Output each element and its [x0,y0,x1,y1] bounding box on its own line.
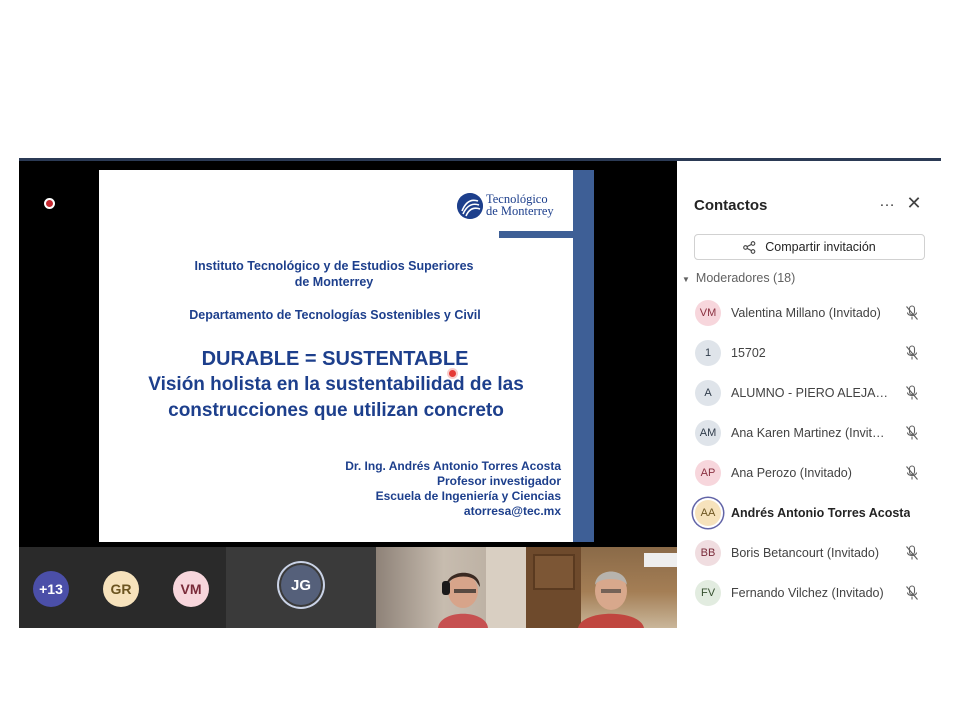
chevron-down-icon: ▼ [682,275,690,284]
participant-avatar: AP [695,460,721,486]
slide-author-block: Dr. Ing. Andrés Antonio Torres Acosta Pr… [199,459,561,519]
slide-right-bar [573,170,594,542]
tec-logo-text: Tecnológico de Monterrey [486,193,554,218]
share-invitation-button[interactable]: Compartir invitación [694,234,925,260]
moderators-label: Moderadores (18) [695,271,796,285]
participant-name: Boris Betancourt (Invitado) [731,546,879,560]
speaker-tile[interactable]: JG [226,547,376,628]
close-icon[interactable]: ✕ [904,193,924,215]
participant-row[interactable]: A ALUMNO - PIERO ALEJAND... [677,373,941,413]
participant-strip: +13 GR VM JG [19,547,677,628]
tec-logo: Tecnológico de Monterrey [457,192,567,222]
mic-off-icon [905,305,919,321]
participant-row[interactable]: AP Ana Perozo (Invitado) [677,453,941,493]
author-name: Dr. Ing. Andrés Antonio Torres Acosta [345,459,561,473]
participant-avatar: AA [695,500,721,526]
author-role: Profesor investigador [436,474,561,488]
slide-institution: Instituto Tecnológico y de Estudios Supe… [139,258,529,290]
participant-avatar: FV [695,580,721,606]
participant-avatar: 1 [695,340,721,366]
presentation-slide: Tecnológico de Monterrey Instituto Tecno… [99,170,594,542]
contacts-panel: Contactos … ✕ Compartir invitación ▼ Mode… [677,161,941,628]
slide-title: DURABLE = SUSTENTABLE [201,348,469,370]
slide-header-bar [499,231,574,238]
author-school: Escuela de Ingeniería y Ciencias [375,489,561,503]
author-email: atorresa@tec.mx [463,504,561,518]
subtitle-line-2: construcciones que utilizan concreto [168,400,504,421]
mic-off-icon [905,385,919,401]
more-options-icon[interactable]: … [877,193,897,215]
participant-row[interactable]: BB Boris Betancourt (Invitado) [677,533,941,573]
participant-name: Ana Karen Martinez (Invitado) [731,426,889,440]
institution-line-1: Instituto Tecnológico y de Estudios Supe… [194,259,474,273]
participant-row[interactable]: AM Ana Karen Martinez (Invitado) [677,413,941,453]
participant-row[interactable]: FV Fernando Vilchez (Invitado) [677,573,941,613]
slide-department: Departamento de Tecnologías Sostenibles … [189,308,481,322]
participant-name: ALUMNO - PIERO ALEJAND... [731,386,889,400]
participant-avatar-vm[interactable]: VM [173,571,209,607]
mic-off-icon [905,545,919,561]
participant-avatar-gr[interactable]: GR [103,571,139,607]
logo-line-2: de Monterrey [486,204,554,218]
participant-name: Andrés Antonio Torres Acosta [731,506,911,520]
share-icon [743,240,756,254]
mic-off-icon [905,585,919,601]
recording-indicator-icon [44,198,55,209]
video-man-figure [526,547,677,628]
moderators-section-header[interactable]: ▼ Moderadores (18) [682,271,795,285]
panel-title: Contactos [694,197,768,214]
participant-avatar: A [695,380,721,406]
speaker-avatar: JG [281,565,321,605]
participant-avatar: AM [695,420,721,446]
overflow-participants-button[interactable]: +13 [33,571,69,607]
shared-screen-stage: Tecnológico de Monterrey Instituto Tecno… [19,161,677,547]
participant-row[interactable]: VM Valentina Millano (Invitado) [677,293,941,333]
participant-video-man[interactable] [526,547,677,628]
participant-video-woman[interactable] [376,547,526,628]
participant-name: Valentina Millano (Invitado) [731,306,881,320]
participant-avatar: VM [695,300,721,326]
meeting-window: Tecnológico de Monterrey Instituto Tecno… [19,158,941,628]
laser-pointer [449,370,456,377]
video-woman-figure [438,547,526,628]
share-invitation-label: Compartir invitación [765,240,876,254]
participant-name: 15702 [731,346,766,360]
participant-avatar: BB [695,540,721,566]
slide-subtitle: Visión holista en la sustentabilidad de … [99,372,573,424]
mic-off-icon [905,345,919,361]
subtitle-line-1: Visión holista en la sustentabilidad de … [148,374,524,395]
participant-row[interactable]: AA Andrés Antonio Torres Acosta [677,493,941,533]
tec-logo-mark-icon [457,193,483,219]
participant-name: Ana Perozo (Invitado) [731,466,852,480]
participant-name: Fernando Vilchez (Invitado) [731,586,884,600]
participant-row[interactable]: 1 15702 [677,333,941,373]
mic-off-icon [905,465,919,481]
institution-line-2: de Monterrey [294,275,374,289]
mic-off-icon [905,425,919,441]
